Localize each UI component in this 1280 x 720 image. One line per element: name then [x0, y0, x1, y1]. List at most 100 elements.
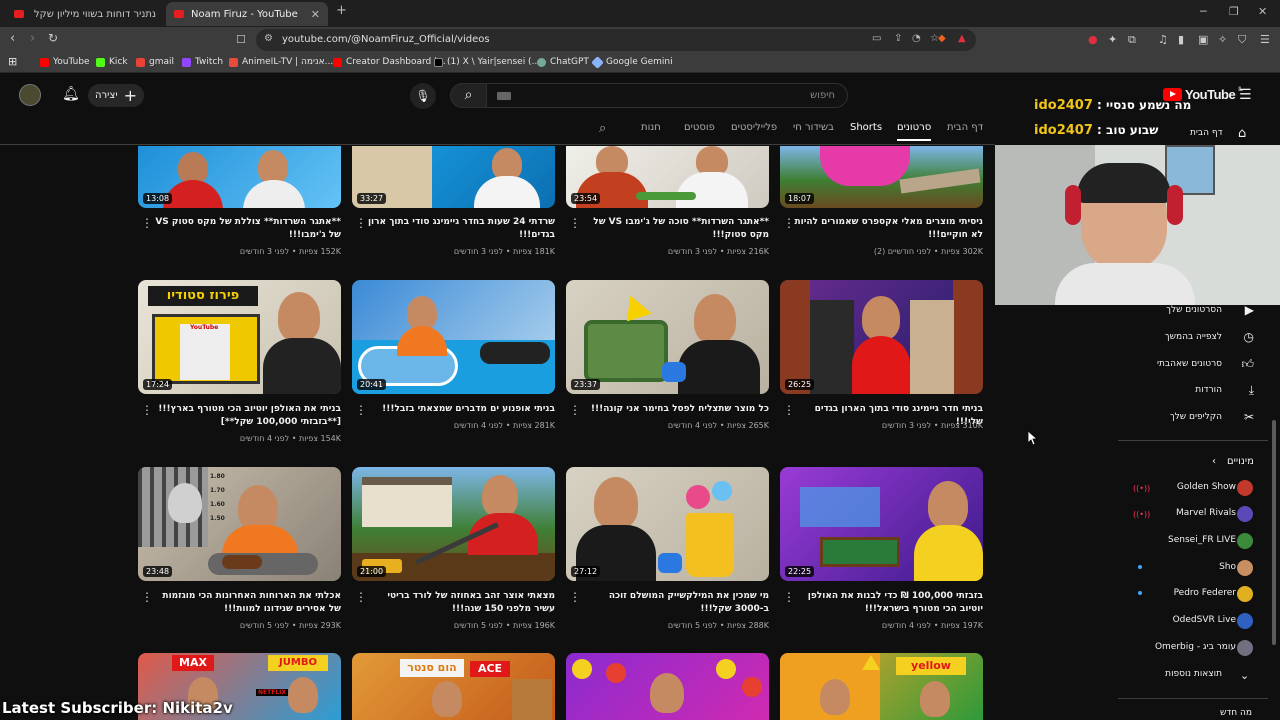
sidebar-item-liked-videos[interactable]: סרטונים שאהבתי 👍︎	[1110, 352, 1280, 378]
chevron-left-icon[interactable]: ‹	[1212, 456, 1216, 467]
sidebar-item-downloads[interactable]: הורדות ⤓	[1110, 378, 1280, 404]
address-bar[interactable]: ⚙ youtube.com/@NoamFiruz_Official/videos…	[256, 29, 976, 51]
video-card[interactable]: 23:37 ⋮ כל מוצר שתצליח לפסל בחימר אני קו…	[566, 280, 769, 448]
bookmark-x[interactable]: (1) X \ Yair|sensei (...	[434, 57, 540, 67]
video-title[interactable]: **אתגר השרדות** צוללת של מקס סטוק VS של …	[152, 216, 341, 242]
video-card[interactable]: 13:08 ⋮ **אתגר השרדות** צוללת של מקס סטו…	[138, 146, 341, 258]
extensions-icon[interactable]: ✦	[1108, 33, 1117, 46]
video-title[interactable]: מי שמכין את המילקשייק המושלם זוכה ב-3000…	[580, 590, 769, 616]
video-card[interactable]	[566, 653, 769, 720]
video-thumbnail[interactable]: 20:41	[352, 280, 555, 394]
video-thumbnail[interactable]: 13:08	[138, 146, 341, 208]
avatar[interactable]	[19, 84, 41, 106]
video-thumbnail[interactable]: 26:25	[780, 280, 983, 394]
video-title[interactable]: ניסיתי מוצרים מאלי אקספרס שאמורים להיות …	[794, 216, 983, 242]
video-thumbnail[interactable]: yellow	[780, 653, 983, 720]
search-button[interactable]: ⌕	[450, 83, 487, 108]
chevron-down-icon[interactable]: ⌄	[1240, 669, 1249, 682]
video-thumbnail[interactable]: 27:12	[566, 467, 769, 581]
reload-icon[interactable]: ↻	[48, 31, 58, 45]
leo-ai-icon[interactable]: ✧	[1218, 33, 1227, 46]
video-thumbnail[interactable]: 23:54	[566, 146, 769, 208]
subscription-item[interactable]: Pedro Federer	[1110, 581, 1280, 607]
subscription-item[interactable]: Sho	[1110, 555, 1280, 581]
video-card[interactable]: 27:12 ⋮ מי שמכין את המילקשייק המושלם זוכ…	[566, 467, 769, 635]
notifications-bell-icon[interactable]: 🔔︎	[62, 86, 80, 102]
video-thumbnail[interactable]: 23:37	[566, 280, 769, 394]
tab-store[interactable]: חנות	[641, 122, 661, 133]
cast-icon[interactable]: ▭	[872, 33, 881, 44]
wallet-icon[interactable]: ▣	[1198, 33, 1208, 46]
video-title[interactable]: שרדתי 24 שעות בחדר גיימינג סודי בתוך ארו…	[366, 216, 555, 242]
tab-home[interactable]: דף הבית	[947, 122, 983, 133]
sidebar-toggle-icon[interactable]: ▮	[1178, 33, 1184, 46]
restore-icon[interactable]: ❐	[1229, 5, 1239, 18]
apps-icon[interactable]: ⊞	[8, 55, 17, 68]
minimize-icon[interactable]: ─	[1200, 5, 1207, 18]
video-thumbnail[interactable]: 22:25	[780, 467, 983, 581]
sidebar-item-watch-later[interactable]: לצפייה בהמשך ◷	[1110, 325, 1280, 351]
brave-rewards-icon[interactable]: ▲	[958, 33, 966, 44]
media-icon[interactable]: ♫	[1158, 33, 1168, 46]
video-title[interactable]: בזבזתי 100,000 ₪ כדי לבנות את האולפן יוט…	[794, 590, 983, 616]
subscription-item[interactable]: Sensei_FR LIVE	[1110, 528, 1280, 554]
video-title[interactable]: בניתי את האולפן יוטיוב הכי מטורף בארץ!!!…	[152, 403, 341, 429]
video-card[interactable]: הום סנטר ACE	[352, 653, 555, 720]
video-thumbnail[interactable]	[566, 653, 769, 720]
rss-icon[interactable]: ◔	[912, 33, 921, 44]
video-card[interactable]: 1.80 1.70 1.60 1.50 23:48 ⋮ אכלתי את האר…	[138, 467, 341, 635]
bookmark-gmail[interactable]: gmail	[136, 57, 174, 67]
video-thumbnail[interactable]: 33:27	[352, 146, 555, 208]
sidebar-item-your-clips[interactable]: הקליפים שלך ✂	[1110, 405, 1280, 431]
new-tab-icon[interactable]: +	[336, 3, 347, 18]
sidebar-item-home[interactable]: דף הבית ⌂	[1180, 124, 1280, 144]
video-title[interactable]: מצאתי אוצר זהב באחוזה של לורד בריטי עשיר…	[366, 590, 555, 616]
video-title[interactable]: בניתי אופנוע ים מדברים שמצאתי בזבל!!!	[366, 403, 555, 416]
create-button[interactable]: יצירה +	[88, 84, 144, 107]
keyboard-icon[interactable]	[497, 92, 511, 100]
site-info-icon[interactable]: ⚙	[264, 33, 273, 44]
bookmark-animeil[interactable]: AnimeIL-TV | אנימה...	[229, 57, 333, 67]
channel-search-icon[interactable]: ⌕	[599, 121, 606, 136]
video-thumbnail[interactable]: 18:07	[780, 146, 983, 208]
video-card[interactable]: 18:07 ⋮ ניסיתי מוצרים מאלי אקספרס שאמורי…	[780, 146, 983, 258]
show-more-button[interactable]: תוצאות נוספות	[1110, 662, 1280, 688]
bookmark-icon[interactable]: ☐	[236, 33, 246, 46]
subscription-item[interactable]: Omerbig - עומר ביג	[1110, 635, 1280, 661]
search-input[interactable]: חיפוש	[486, 83, 848, 108]
bookmark-kick[interactable]: Kick	[96, 57, 128, 67]
bookmark-creator-dashboard[interactable]: Creator Dashboard |...	[333, 57, 446, 67]
video-thumbnail[interactable]: 21:00	[352, 467, 555, 581]
video-card[interactable]: 22:25 ⋮ בזבזתי 100,000 ₪ כדי לבנות את הא…	[780, 467, 983, 635]
extension-record-icon[interactable]: ●	[1088, 33, 1098, 46]
share-icon[interactable]: ⇪	[894, 33, 902, 44]
bookmark-gemini[interactable]: Google Gemini	[591, 55, 673, 69]
bookmark-youtube[interactable]: YouTube	[40, 57, 90, 67]
video-title[interactable]: כל מוצר שתצליח לפסל בחימר אני קונה!!!	[580, 403, 769, 416]
sidebar-scrollbar[interactable]	[1272, 420, 1276, 645]
video-card[interactable]: 23:54 ⋮ **אתגר השרדות** סוכה של ג'ימבו V…	[566, 146, 769, 258]
video-card[interactable]: 26:25 ⋮ בניתי חדר גיימינג סודי בתוך הארו…	[780, 280, 983, 448]
video-thumbnail[interactable]: פירוז סטודיו YouTube 17:24	[138, 280, 341, 394]
video-thumbnail[interactable]: הום סנטר ACE	[352, 653, 555, 720]
tab-live[interactable]: בשידור חי	[793, 122, 834, 133]
tab-videos[interactable]: סרטונים	[897, 122, 932, 141]
tab-shorts[interactable]: Shorts	[850, 122, 882, 133]
brave-shield-icon[interactable]: ◆	[938, 33, 946, 44]
forward-icon[interactable]: ›	[30, 31, 35, 46]
video-card[interactable]: פירוז סטודיו YouTube 17:24 ⋮ בניתי את הא…	[138, 280, 341, 448]
video-card[interactable]: 21:00 ⋮ מצאתי אוצר זהב באחוזה של לורד בר…	[352, 467, 555, 635]
video-card[interactable]: 20:41 ⋮ בניתי אופנוע ים מדברים שמצאתי בז…	[352, 280, 555, 448]
video-title[interactable]: **אתגר השרדות** סוכה של ג'ימבו VS של מקס…	[580, 216, 769, 242]
back-icon[interactable]: ‹	[10, 31, 15, 46]
voice-search-button[interactable]: 🎙︎	[410, 83, 436, 109]
sidebar-item-your-videos[interactable]: הסרטונים שלך ▶	[1110, 298, 1280, 324]
subscription-item[interactable]: ((•)) Marvel Rivals	[1110, 501, 1280, 527]
hamburger-menu-icon[interactable]: ☰	[1239, 87, 1252, 103]
video-card[interactable]: yellow	[780, 653, 983, 720]
screenshot-icon[interactable]: ⧉	[1128, 33, 1136, 47]
tab-posts[interactable]: פוסטים	[684, 122, 715, 133]
subscription-item[interactable]: ((•)) Golden Show	[1110, 475, 1280, 501]
video-title[interactable]: אכלתי את הארוחות האחרונות הכי מוגזמות של…	[152, 590, 341, 616]
menu-icon[interactable]: ☰	[1260, 33, 1270, 46]
